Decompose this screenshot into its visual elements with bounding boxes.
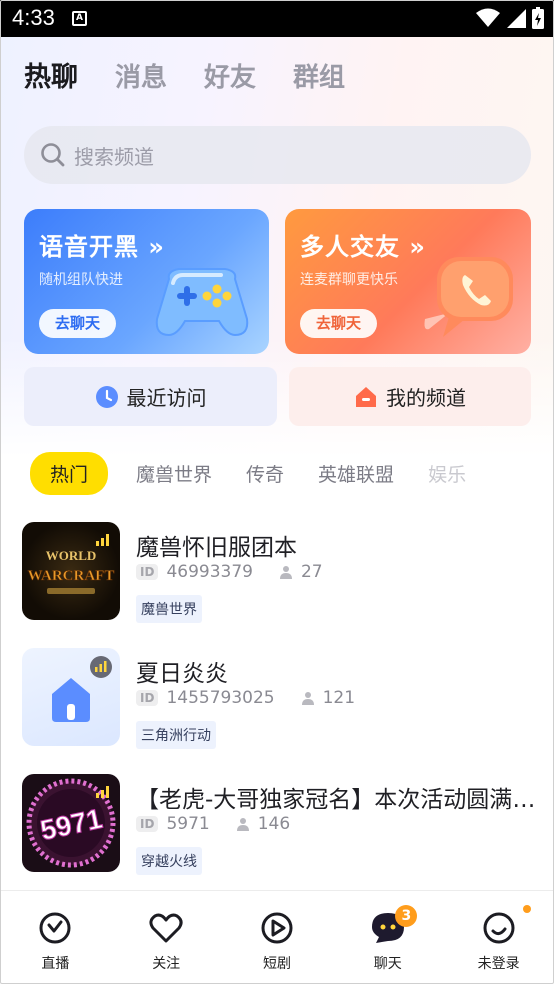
category-lol[interactable]: 英雄联盟 — [318, 460, 394, 487]
heart-icon — [149, 913, 183, 943]
svg-text:WARCRAFT: WARCRAFT — [28, 568, 115, 584]
nav-label: 未登录 — [477, 956, 520, 972]
signal-bars-icon — [96, 786, 109, 798]
clock-icon — [95, 385, 118, 408]
id-tag: ID — [136, 690, 159, 706]
gamepad-icon — [155, 268, 249, 337]
list-item[interactable]: 夏日炎炎 ID 1455793025 121 三角洲行动 — [0, 646, 554, 772]
member-count: 146 — [236, 814, 290, 834]
search-icon — [41, 143, 65, 167]
channel-title: 夏日炎炎 — [136, 661, 228, 687]
nav-label: 直播 — [41, 956, 70, 972]
banner-title: 语音开黑 » — [39, 233, 165, 261]
nav-label: 聊天 — [373, 956, 402, 972]
category-hot[interactable]: 热门 — [30, 451, 109, 495]
channel-title: 魔兽怀旧服团本 — [136, 535, 297, 561]
tab-friends[interactable]: 好友 — [204, 57, 256, 94]
profile-icon — [483, 912, 515, 944]
id-tag: ID — [136, 564, 159, 580]
signal-bars-icon — [96, 534, 109, 546]
tab-groups[interactable]: 群组 — [293, 57, 345, 94]
status-icons — [476, 7, 544, 29]
game-tag: 穿越火线 — [136, 847, 202, 875]
list-item[interactable]: WORLD WARCRAFT 魔兽怀旧服团本 ID 46993379 27 魔兽… — [0, 520, 554, 646]
nav-profile[interactable]: 未登录 — [443, 891, 554, 984]
play-icon — [261, 912, 293, 944]
nav-short-drama[interactable]: 短剧 — [222, 891, 333, 984]
home-icon — [356, 386, 376, 407]
banner-subtitle: 随机组队快进 — [39, 272, 123, 288]
game-tag: 魔兽世界 — [136, 595, 202, 623]
game-tag: 三角洲行动 — [136, 721, 216, 749]
go-chat-button[interactable]: 去聊天 — [300, 309, 377, 338]
search-placeholder: 搜索频道 — [74, 144, 154, 169]
channel-id: 1455793025 — [166, 688, 275, 708]
signal-bars-icon — [95, 661, 107, 672]
multi-friends-banner[interactable]: 多人交友 » 连麦群聊更快乐 去聊天 — [285, 209, 531, 354]
voice-party-banner[interactable]: 语音开黑 » 随机组队快进 去聊天 — [24, 209, 269, 354]
search-input[interactable]: 搜索频道 — [24, 126, 531, 184]
member-count-value: 27 — [300, 562, 323, 582]
my-channels-label: 我的频道 — [386, 386, 466, 410]
channel-id: 5971 — [166, 814, 210, 834]
live-icon — [39, 912, 71, 944]
member-count-value: 146 — [257, 814, 291, 834]
recent-visits-button[interactable]: 最近访问 — [24, 367, 277, 426]
banner-title: 多人交友 » — [300, 233, 426, 261]
category-entertainment[interactable]: 娱乐 — [428, 460, 466, 487]
status-time: 4:33 — [12, 5, 55, 30]
phone-bubble-icon — [424, 257, 513, 337]
signal-badge — [90, 656, 112, 678]
channel-list: WORLD WARCRAFT 魔兽怀旧服团本 ID 46993379 27 魔兽… — [0, 520, 554, 898]
signal-icon — [507, 9, 526, 28]
member-count-value: 121 — [322, 688, 356, 708]
channel-meta: ID 5971 146 — [136, 814, 290, 834]
channel-meta: ID 1455793025 121 — [136, 688, 355, 708]
person-icon — [236, 818, 249, 831]
battery-icon — [532, 7, 544, 29]
bottom-nav: 直播 关注 短剧 3 聊天 未登录 — [0, 890, 554, 984]
channel-meta: ID 46993379 27 — [136, 562, 323, 582]
nav-follow[interactable]: 关注 — [111, 891, 222, 984]
member-count: 27 — [279, 562, 323, 582]
channel-id: 46993379 — [166, 562, 253, 582]
channel-thumbnail: WORLD WARCRAFT — [22, 522, 120, 620]
channel-title: 【老虎-大哥独家冠名】本次活动圆满结束 — [136, 787, 536, 813]
nav-live[interactable]: 直播 — [0, 891, 111, 984]
category-warcraft[interactable]: 魔兽世界 — [136, 460, 212, 487]
wifi-icon — [476, 8, 500, 27]
recent-visits-label: 最近访问 — [126, 386, 207, 410]
notification-icon: A — [72, 11, 87, 26]
member-count: 121 — [301, 688, 355, 708]
person-icon — [279, 566, 292, 579]
go-chat-button[interactable]: 去聊天 — [39, 309, 116, 338]
banner-subtitle: 连麦群聊更快乐 — [300, 272, 398, 288]
my-channels-button[interactable]: 我的频道 — [289, 367, 531, 426]
person-icon — [301, 692, 314, 705]
tab-hot-chat[interactable]: 热聊 — [24, 55, 78, 94]
category-legend[interactable]: 传奇 — [246, 460, 284, 487]
status-bar: 4:33 A — [0, 0, 554, 37]
category-tabs: 热门 魔兽世界 传奇 英雄联盟 娱乐 — [30, 451, 554, 495]
channel-thumbnail: 5971 — [22, 774, 120, 872]
tab-messages[interactable]: 消息 — [115, 57, 167, 94]
top-tabs: 热聊 消息 好友 群组 — [24, 55, 345, 94]
svg-text:WORLD: WORLD — [46, 548, 97, 563]
nav-label: 短剧 — [262, 956, 291, 972]
unread-badge: 3 — [395, 905, 418, 927]
id-tag: ID — [136, 816, 159, 832]
notification-dot — [523, 905, 532, 913]
nav-label: 关注 — [152, 956, 181, 972]
nav-chat[interactable]: 3 聊天 — [332, 891, 443, 984]
list-item[interactable]: 5971 【老虎-大哥独家冠名】本次活动圆满结束 ID 5971 146 穿越火… — [0, 772, 554, 898]
channel-thumbnail — [22, 648, 120, 746]
